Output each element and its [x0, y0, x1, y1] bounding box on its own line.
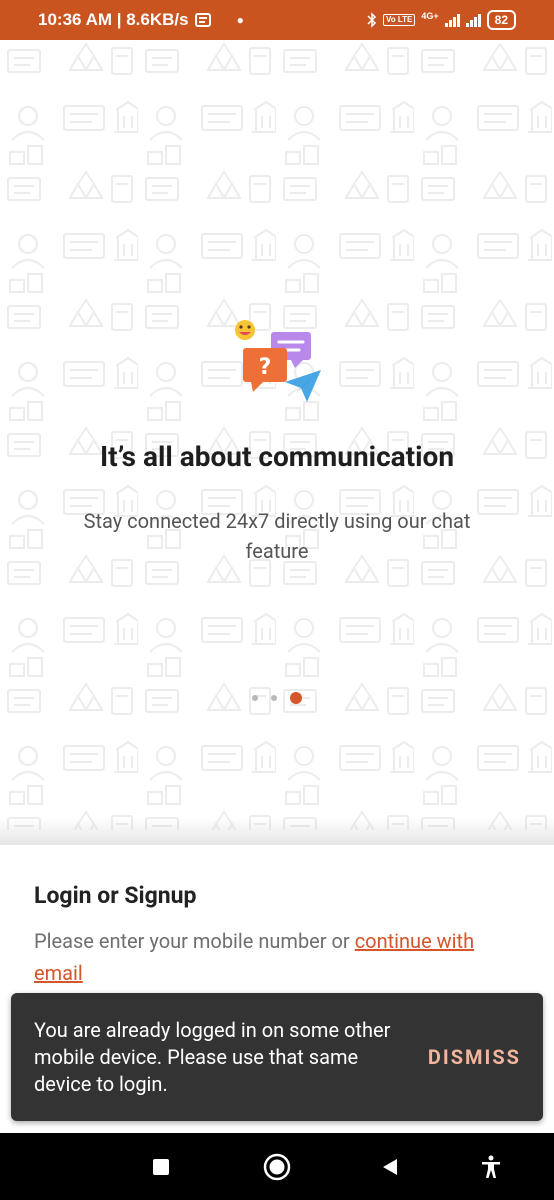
back-button[interactable]: [372, 1149, 408, 1185]
svg-text:?: ?: [259, 355, 272, 380]
onboarding-subtitle: Stay connected 24x7 directly using our c…: [83, 509, 471, 563]
back-icon: [383, 1159, 397, 1175]
bluetooth-icon: [367, 12, 377, 28]
status-left: 10:36 AM | 8.6KB/s ●: [38, 10, 244, 30]
login-prompt: Please enter your mobile number or conti…: [34, 925, 520, 989]
status-time-speed: 10:36 AM | 8.6KB/s: [38, 10, 189, 29]
status-bar: 10:36 AM | 8.6KB/s ● Vo LTE 4G+ 82: [0, 0, 554, 40]
recent-apps-icon: [153, 1159, 169, 1175]
notification-dot-icon: ●: [236, 13, 244, 27]
battery-icon: 82: [486, 10, 516, 30]
login-title: Login or Signup: [34, 882, 197, 909]
status-right: Vo LTE 4G+ 82: [367, 10, 516, 30]
volte-icon: Vo LTE: [383, 14, 416, 26]
onboarding-title: It’s all about communication: [99, 440, 455, 473]
snackbar: You are already logged in on some other …: [11, 993, 543, 1121]
login-prompt-text: Please enter your mobile number or: [34, 929, 355, 953]
home-button[interactable]: [259, 1149, 295, 1185]
dismiss-button[interactable]: DISMISS: [428, 1045, 521, 1069]
navigation-bar: [0, 1133, 554, 1200]
page-dot-2[interactable]: [271, 695, 277, 701]
accessibility-button[interactable]: [473, 1149, 509, 1185]
snackbar-message: You are already logged in on some other …: [34, 1017, 391, 1096]
signal-strength-icon: [444, 13, 460, 27]
page-dot-3-active[interactable]: [290, 692, 302, 704]
sheet-shadow: [0, 818, 554, 846]
recent-apps-button[interactable]: [143, 1149, 179, 1185]
background-pattern: [0, 40, 554, 830]
accessibility-icon: [482, 1155, 500, 1178]
network-type-label: 4G+: [421, 11, 439, 21]
home-icon: [263, 1153, 291, 1181]
signal-strength-icon-2: [465, 13, 481, 27]
message-notification-icon: [194, 13, 211, 27]
page-indicator[interactable]: [0, 692, 554, 704]
page-dot-1[interactable]: [252, 695, 258, 701]
chat-illustration-icon: ?: [235, 320, 321, 402]
